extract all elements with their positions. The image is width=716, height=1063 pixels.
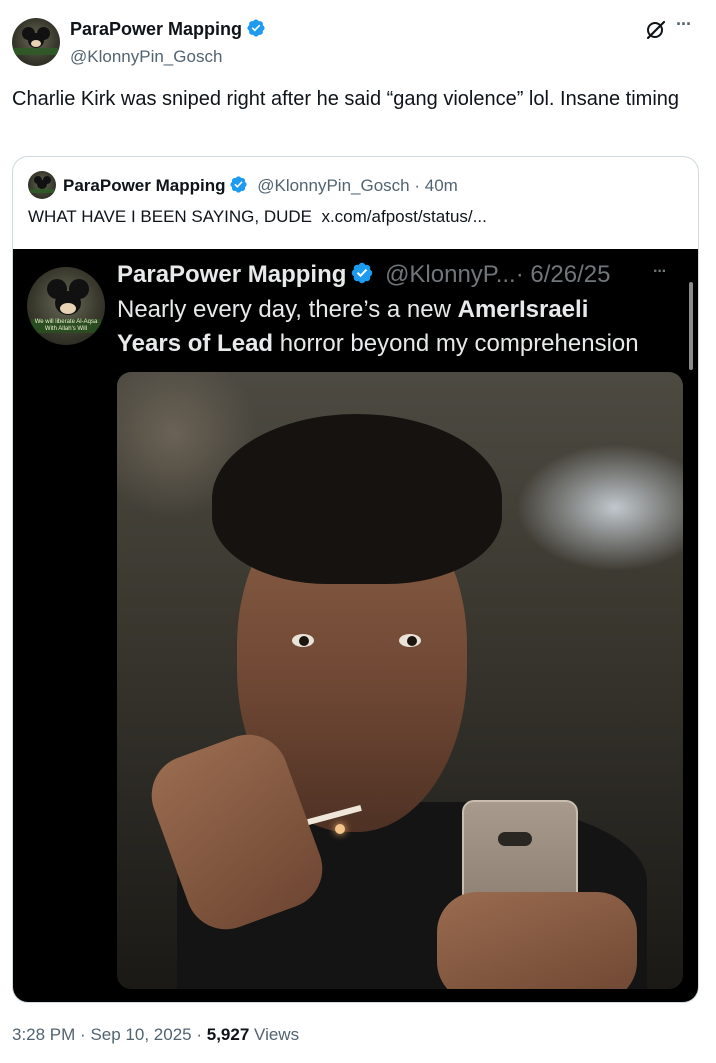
more-icon[interactable]: ··· (676, 14, 692, 35)
separator: · (80, 1025, 86, 1044)
photo-hair (212, 414, 502, 584)
avatar-art (14, 48, 58, 55)
verified-badge-icon (229, 175, 248, 199)
grok-icon[interactable] (644, 18, 668, 47)
photo-pupil (407, 636, 417, 646)
verified-badge-icon (246, 18, 266, 43)
screenshot-text-part: Nearly every day, there’s a new (117, 296, 458, 323)
quoted-tweet-card[interactable]: ParaPower Mapping @KlonnyPin_Gosch · 40m… (12, 156, 699, 1003)
quote-timestamp: · 40m (414, 176, 458, 195)
avatar-art (37, 180, 47, 189)
author-name[interactable]: ParaPower Mapping (70, 19, 242, 39)
screenshot-text: Nearly every day, there’s a new AmerIsra… (117, 293, 682, 361)
author-row: ParaPower Mapping (70, 18, 266, 43)
screenshot-more-icon: ··· (653, 263, 667, 280)
quote-author-name[interactable]: ParaPower Mapping (63, 176, 225, 195)
photo-pupil (299, 636, 309, 646)
tweet-date[interactable]: Sep 10, 2025 (90, 1025, 191, 1044)
author-block: ParaPower Mapping @KlonnyPin_Gosch (70, 18, 266, 67)
quote-handle: @KlonnyPin_Gosch (257, 176, 410, 195)
avatar-art (31, 40, 41, 47)
separator: · (196, 1025, 203, 1044)
avatar-art (30, 189, 54, 193)
screenshot-photo (117, 372, 683, 989)
views-label: Views (254, 1025, 300, 1044)
views-count: 5,927 (206, 1025, 250, 1044)
screenshot-text-bold: Years of Lead (117, 330, 274, 357)
tweet-text: Charlie Kirk was sniped right after he s… (12, 88, 680, 110)
screenshot-header: ParaPower Mapping @KlonnyP...· 6/26/25 (117, 261, 610, 292)
tweet-time[interactable]: 3:28 PM (12, 1025, 75, 1044)
screenshot-text-bold: AmerIsraeli (457, 296, 589, 323)
phone-camera (498, 832, 532, 846)
avatar-art (60, 303, 76, 314)
screenshot-handle: @KlonnyP... (385, 261, 516, 288)
photo-right-hand (437, 892, 637, 989)
quote-media[interactable]: We will liberate Al-Aqsa With Allah's Wi… (13, 249, 698, 1002)
screenshot-scrollbar (689, 282, 693, 370)
screenshot-avatar: We will liberate Al-Aqsa With Allah's Wi… (27, 267, 105, 345)
screenshot-date: · 6/26/25 (515, 261, 611, 288)
author-avatar[interactable] (12, 18, 60, 66)
author-handle[interactable]: @KlonnyPin_Gosch (70, 47, 266, 67)
verified-badge-icon (350, 261, 374, 292)
avatar-caption: We will liberate Al-Aqsa With Allah's Wi… (31, 319, 101, 333)
screenshot-text-part: horror beyond my comprehension (273, 330, 639, 357)
quote-avatar (28, 171, 56, 199)
tweet-meta: 3:28 PM · Sep 10, 2025 · 5,927 Views (12, 1025, 299, 1045)
quote-header: ParaPower Mapping @KlonnyPin_Gosch · 40m (63, 175, 458, 199)
photo-ember (335, 824, 345, 834)
screenshot-author-name: ParaPower Mapping (117, 261, 347, 288)
quote-text: WHAT HAVE I BEEN SAYING, DUDE x.com/afpo… (28, 207, 487, 226)
